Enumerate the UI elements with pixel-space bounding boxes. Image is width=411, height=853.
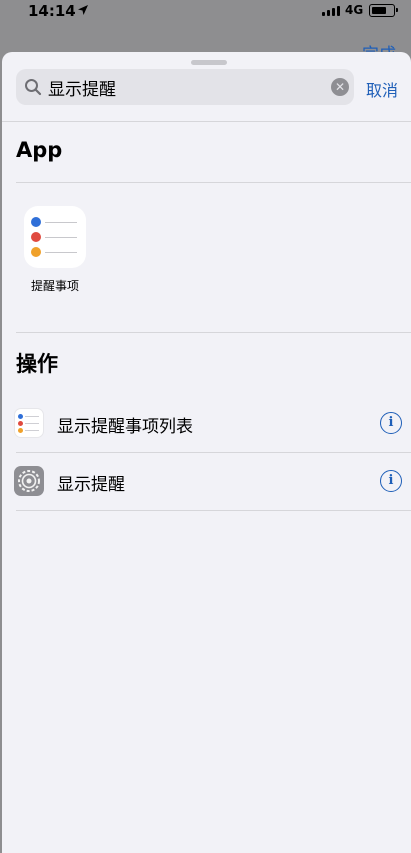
info-icon[interactable]: i — [380, 470, 402, 492]
search-icon — [25, 79, 42, 96]
network-type: 4G — [345, 3, 364, 17]
section-title-app: App — [16, 138, 63, 162]
search-input[interactable]: 显示提醒 — [48, 75, 116, 100]
reminders-icon — [14, 408, 44, 438]
action-row-show-reminders[interactable]: 显示提醒 i — [2, 452, 411, 510]
cancel-button[interactable]: 取消 — [366, 77, 398, 101]
sheet-grabber[interactable] — [191, 60, 227, 65]
app-label[interactable]: 提醒事项 — [16, 277, 94, 294]
search-sheet: 显示提醒 ✕ 取消 App 提醒事项 操作 显示提醒事项列表 i 显示提醒 i — [2, 52, 411, 853]
section-title-actions: 操作 — [16, 352, 58, 376]
action-label: 显示提醒 — [57, 475, 125, 495]
battery-icon — [369, 4, 398, 17]
search-field[interactable]: 显示提醒 ✕ — [16, 69, 354, 105]
action-row-show-lists[interactable]: 显示提醒事项列表 i — [2, 394, 411, 452]
reminders-app-icon[interactable] — [24, 206, 86, 268]
status-time: 14:14 — [28, 2, 76, 20]
divider — [16, 332, 411, 333]
location-arrow-icon — [78, 5, 88, 15]
divider — [2, 121, 411, 122]
info-icon[interactable]: i — [380, 412, 402, 434]
status-bar: 14:14 4G — [0, 0, 411, 24]
settings-gear-icon — [14, 466, 44, 496]
action-label: 显示提醒事项列表 — [57, 417, 193, 437]
signal-icon — [322, 6, 342, 16]
clear-icon[interactable]: ✕ — [331, 78, 349, 96]
divider — [16, 510, 411, 511]
divider — [16, 182, 411, 183]
